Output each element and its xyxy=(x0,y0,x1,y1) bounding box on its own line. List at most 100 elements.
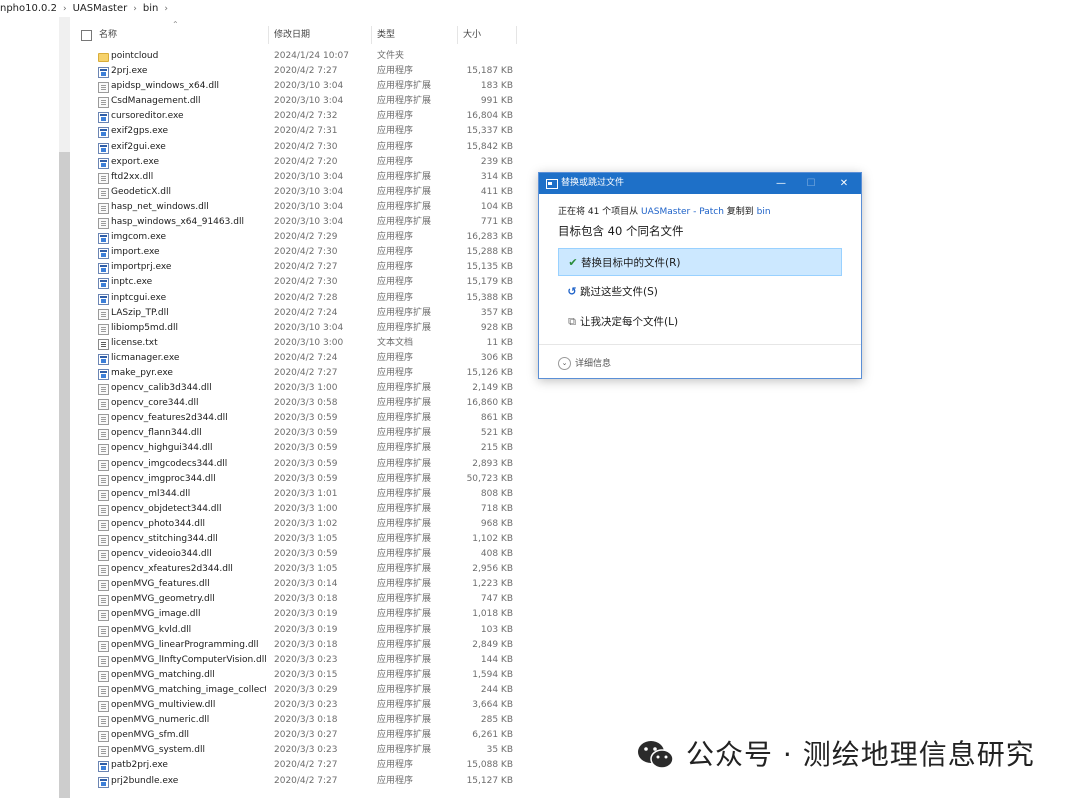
file-row[interactable]: opencv_highgui344.dll 2020/3/3 0:59 应用程序扩展… xyxy=(74,441,519,456)
file-row[interactable]: export.exe 2020/4/2 7:20 应用程序 239 KB xyxy=(74,155,519,170)
column-divider[interactable] xyxy=(371,26,372,44)
file-row[interactable]: openMVG_matching_image_collect... 2020/3/… xyxy=(74,683,519,698)
file-size: 861 KB xyxy=(480,413,513,424)
file-size: 771 KB xyxy=(480,217,513,228)
file-size: 306 KB xyxy=(480,352,513,363)
file-date: 2020/3/10 3:04 xyxy=(274,322,344,333)
file-type: 应用程序 xyxy=(377,232,414,243)
column-divider[interactable] xyxy=(516,26,517,44)
file-row[interactable]: openMVG_linearProgramming.dll 2020/3/3 0:… xyxy=(74,638,519,653)
exe-icon xyxy=(98,157,109,169)
file-row[interactable]: import.exe 2020/4/2 7:30 应用程序 15,288 KB xyxy=(74,245,519,260)
file-date: 2020/3/10 3:04 xyxy=(274,171,344,182)
file-row[interactable]: opencv_imgproc344.dll 2020/3/3 0:59 应用程序扩展… xyxy=(74,472,519,487)
file-row[interactable]: opencv_stitching344.dll 2020/3/3 1:05 应用程序… xyxy=(74,532,519,547)
file-row[interactable]: openMVG_geometry.dll 2020/3/3 0:18 应用程序扩展 7… xyxy=(74,592,519,607)
file-row[interactable]: openMVG_features.dll 2020/3/3 0:14 应用程序扩展 1… xyxy=(74,577,519,592)
file-row[interactable]: patb2prj.exe 2020/4/2 7:27 应用程序 15,088 KB xyxy=(74,758,519,773)
file-row[interactable]: prj2bundle.exe 2020/4/2 7:27 应用程序 15,127 KB xyxy=(74,774,519,789)
file-row[interactable]: inptcgui.exe 2020/4/2 7:28 应用程序 15,388 KB xyxy=(74,291,519,306)
file-row[interactable]: opencv_calib3d344.dll 2020/3/3 1:00 应用程序扩展… xyxy=(74,381,519,396)
file-row[interactable]: exif2gps.exe 2020/4/2 7:31 应用程序 15,337 KB xyxy=(74,124,519,139)
more-details-toggle[interactable]: ⌄ 详细信息 xyxy=(558,356,611,370)
breadcrumb-item[interactable]: UASMaster xyxy=(73,0,128,17)
column-header-size[interactable]: 大小 xyxy=(463,26,481,44)
watermark-text: 公众号 · 测绘地理信息研究 xyxy=(686,738,1035,771)
file-size: 15,288 KB xyxy=(466,247,513,258)
file-date: 2020/3/3 1:05 xyxy=(274,564,338,575)
file-row[interactable]: opencv_flann344.dll 2020/3/3 0:59 应用程序扩展 52… xyxy=(74,426,519,441)
skip-files-option[interactable]: ↺ 跳过这些文件(S) xyxy=(558,278,842,306)
file-row[interactable]: openMVG_numeric.dll 2020/3/3 0:18 应用程序扩展 28… xyxy=(74,713,519,728)
file-row[interactable]: opencv_photo344.dll 2020/3/3 1:02 应用程序扩展 96… xyxy=(74,517,519,532)
file-date: 2020/3/3 0:59 xyxy=(274,428,338,439)
file-type: 应用程序 xyxy=(377,277,414,288)
file-name: pointcloud xyxy=(111,51,159,61)
column-divider[interactable] xyxy=(457,26,458,44)
file-row[interactable]: openMVG_multiview.dll 2020/3/3 0:23 应用程序扩展… xyxy=(74,698,519,713)
column-divider[interactable] xyxy=(268,26,269,44)
column-header-name[interactable]: 名称 xyxy=(99,26,117,44)
file-row[interactable]: importprj.exe 2020/4/2 7:27 应用程序 15,135 KB xyxy=(74,260,519,275)
dialog-titlebar[interactable]: 替换或跳过文件 — ☐ ✕ xyxy=(539,173,861,194)
file-name: inptc.exe xyxy=(111,277,153,288)
minimize-button[interactable]: — xyxy=(767,173,795,194)
file-row[interactable]: license.txt 2020/3/10 3:00 文本文档 11 KB xyxy=(74,336,519,351)
file-row[interactable]: opencv_objdetect344.dll 2020/3/3 1:00 应用程序… xyxy=(74,502,519,517)
destination-folder-link[interactable]: bin xyxy=(757,207,771,217)
file-name: CsdManagement.dll xyxy=(111,96,201,107)
column-header-date[interactable]: 修改日期 xyxy=(274,26,310,44)
file-row[interactable]: exif2gui.exe 2020/4/2 7:30 应用程序 15,842 KB xyxy=(74,140,519,155)
file-row[interactable]: opencv_xfeatures2d344.dll 2020/3/3 1:05 应用… xyxy=(74,562,519,577)
file-row[interactable]: LASzip_TP.dll 2020/4/2 7:24 应用程序扩展 357 KB xyxy=(74,306,519,321)
breadcrumb-item[interactable]: bin xyxy=(143,0,158,17)
file-row[interactable]: openMVG_kvld.dll 2020/3/3 0:19 应用程序扩展 103 K… xyxy=(74,623,519,638)
file-row[interactable]: GeodeticX.dll 2020/3/10 3:04 应用程序扩展 411 KB xyxy=(74,185,519,200)
folder-icon xyxy=(98,53,109,62)
file-row[interactable]: openMVG_sfm.dll 2020/3/3 0:27 应用程序扩展 6,261 … xyxy=(74,728,519,743)
file-row[interactable]: openMVG_lInftyComputerVision.dll 2020/3/3… xyxy=(74,653,519,668)
file-row[interactable]: hasp_windows_x64_91463.dll 2020/3/10 3:04… xyxy=(74,215,519,230)
file-date: 2020/4/2 7:28 xyxy=(274,292,338,303)
file-row[interactable]: openMVG_system.dll 2020/3/3 0:23 应用程序扩展 35 … xyxy=(74,743,519,758)
file-name: importprj.exe xyxy=(111,262,172,273)
exe-icon xyxy=(98,278,109,290)
replace-files-option[interactable]: ✔ 替换目标中的文件(R) xyxy=(558,248,842,276)
column-header-type[interactable]: 类型 xyxy=(377,26,395,44)
file-date: 2020/3/3 0:23 xyxy=(274,700,338,711)
close-button[interactable]: ✕ xyxy=(830,173,858,194)
file-row[interactable]: ftd2xx.dll 2020/3/10 3:04 应用程序扩展 314 KB xyxy=(74,170,519,185)
file-row[interactable]: openMVG_matching.dll 2020/3/3 0:15 应用程序扩展 1… xyxy=(74,668,519,683)
exe-icon xyxy=(98,127,109,139)
file-row[interactable]: pointcloud 2024/1/24 10:07 文件夹 xyxy=(74,49,519,64)
file-name: opencv_videoio344.dll xyxy=(111,549,212,560)
dll-icon xyxy=(98,474,109,486)
file-row[interactable]: opencv_core344.dll 2020/3/3 0:58 应用程序扩展 16,… xyxy=(74,396,519,411)
file-name: openMVG_features.dll xyxy=(111,579,210,590)
file-row[interactable]: opencv_features2d344.dll 2020/3/3 0:59 应用程… xyxy=(74,411,519,426)
file-name: apidsp_windows_x64.dll xyxy=(111,81,220,92)
file-row[interactable]: 2prj.exe 2020/4/2 7:27 应用程序 15,187 KB xyxy=(74,64,519,79)
file-row[interactable]: openMVG_image.dll 2020/3/3 0:19 应用程序扩展 1,01… xyxy=(74,607,519,622)
file-row[interactable]: inptc.exe 2020/4/2 7:30 应用程序 15,179 KB xyxy=(74,275,519,290)
file-row[interactable]: opencv_ml344.dll 2020/3/3 1:01 应用程序扩展 808 K… xyxy=(74,487,519,502)
select-all-checkbox[interactable] xyxy=(81,30,92,41)
file-row[interactable]: opencv_videoio344.dll 2020/3/3 0:59 应用程序扩展… xyxy=(74,547,519,562)
file-row[interactable]: make_pyr.exe 2020/4/2 7:27 应用程序 15,126 KB xyxy=(74,366,519,381)
source-folder-link[interactable]: UASMaster - Patch xyxy=(641,207,724,217)
file-row[interactable]: imgcom.exe 2020/4/2 7:29 应用程序 16,283 KB xyxy=(74,230,519,245)
file-row[interactable]: CsdManagement.dll 2020/3/10 3:04 应用程序扩展 991… xyxy=(74,94,519,109)
file-row[interactable]: apidsp_windows_x64.dll 2020/3/10 3:04 应用程序… xyxy=(74,79,519,94)
scrollbar-thumb[interactable] xyxy=(59,152,70,798)
decide-each-file-option[interactable]: ⧉ 让我决定每个文件(L) xyxy=(558,308,842,336)
file-name: opencv_photo344.dll xyxy=(111,518,205,529)
file-name: opencv_xfeatures2d344.dll xyxy=(111,564,233,575)
file-row[interactable]: cursoreditor.exe 2020/4/2 7:32 应用程序 16,804 … xyxy=(74,109,519,124)
scrollbar[interactable] xyxy=(59,17,70,798)
file-row[interactable]: opencv_imgcodecs344.dll 2020/3/3 0:59 应用程序… xyxy=(74,457,519,472)
file-row[interactable]: libiomp5md.dll 2020/3/10 3:04 应用程序扩展 928 KB xyxy=(74,321,519,336)
breadcrumb-item[interactable]: npho10.0.2 xyxy=(0,0,57,17)
file-row[interactable]: licmanager.exe 2020/4/2 7:24 应用程序 306 KB xyxy=(74,351,519,366)
file-type: 应用程序 xyxy=(377,111,414,122)
file-row[interactable]: hasp_net_windows.dll 2020/3/10 3:04 应用程序扩展… xyxy=(74,200,519,215)
